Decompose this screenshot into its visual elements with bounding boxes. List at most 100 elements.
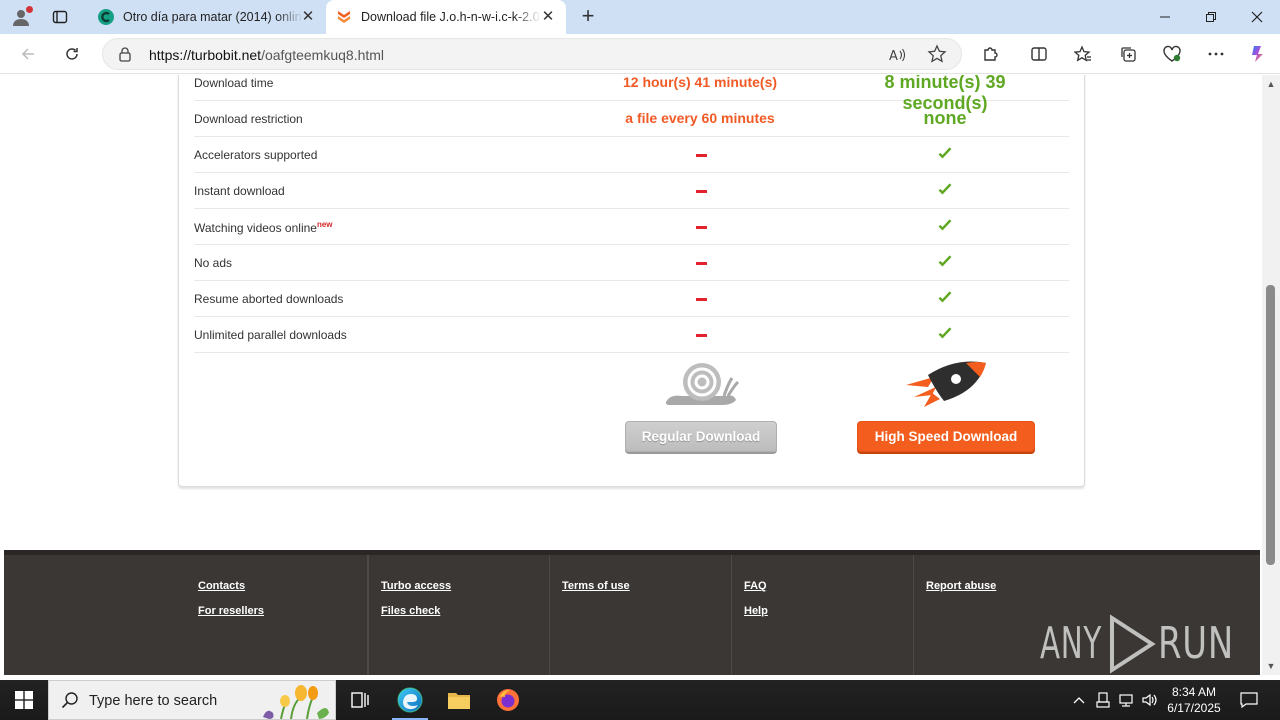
taskbar-edge[interactable]: [386, 680, 434, 720]
tab-title: Download file J.o.h-n-w-i.c-k-2.0.7: [361, 10, 541, 24]
close-tab-icon[interactable]: ✕: [540, 9, 556, 25]
row-label: Download time: [194, 76, 274, 90]
task-view-button[interactable]: [336, 680, 384, 720]
unavailable-dash-icon: [696, 298, 707, 301]
profile-button[interactable]: [8, 5, 34, 29]
more-icon: [1208, 52, 1224, 56]
row-label-text: Watching videos online: [194, 221, 317, 235]
split-screen-button[interactable]: [1027, 42, 1051, 66]
split-screen-icon: [1031, 47, 1047, 61]
row-label: Unlimited parallel downloads: [194, 328, 347, 342]
footer-link-resellers[interactable]: For resellers: [198, 605, 264, 617]
footer-link-files-check[interactable]: Files check: [381, 605, 440, 617]
site-favicon-icon: [98, 9, 114, 25]
unavailable-dash-icon: [696, 226, 707, 229]
anyrun-watermark-text: ANY RUN: [1240, 610, 1241, 611]
favorites-star-icon: [1074, 45, 1091, 62]
check-icon: [938, 327, 952, 339]
footer-link-faq[interactable]: FAQ: [744, 580, 767, 592]
tab-download-file[interactable]: Download file J.o.h-n-w-i.c-k-2.0.7 ✕: [326, 0, 566, 34]
footer-link-turbo-access[interactable]: Turbo access: [381, 580, 451, 592]
search-icon: [61, 692, 78, 709]
footer-link-terms[interactable]: Terms of use: [562, 580, 630, 592]
star-icon: [927, 44, 947, 63]
scroll-down-icon[interactable]: ▼: [1266, 661, 1276, 671]
anyrun-watermark: ANY RUN ANY RUN: [1040, 610, 1240, 674]
page-viewport: Download time 12 hour(s) 41 minute(s) 8 …: [0, 75, 1262, 675]
tab-actions-button[interactable]: [48, 6, 72, 28]
footer-link-contacts[interactable]: Contacts: [198, 580, 245, 592]
table-row: No ads: [194, 245, 1069, 281]
tray-device-icon[interactable]: [1092, 680, 1114, 720]
folder-icon: [448, 693, 470, 709]
back-button[interactable]: [16, 42, 40, 66]
row-label: No ads: [194, 256, 233, 270]
footer-link-help[interactable]: Help: [744, 605, 768, 617]
favorites-button[interactable]: [1071, 42, 1095, 66]
minimize-icon: [1160, 16, 1170, 18]
url-text[interactable]: https://turbobit.net/oafgteemkuq8.html: [149, 47, 384, 63]
refresh-button[interactable]: [60, 42, 84, 66]
footer-link-report-abuse[interactable]: Report abuse: [926, 580, 996, 592]
network-icon: [1119, 694, 1133, 707]
taskbar-firefox[interactable]: [484, 680, 532, 720]
premium-value: none: [923, 108, 967, 128]
tray-network-icon[interactable]: [1115, 680, 1137, 720]
close-window-button[interactable]: [1234, 0, 1280, 34]
firefox-icon: [497, 689, 519, 711]
anyrun-any-text: ANY: [1040, 618, 1102, 669]
read-aloud-button[interactable]: A: [887, 45, 907, 65]
close-tab-icon[interactable]: ✕: [300, 9, 316, 25]
clock-time: 8:34 AM: [1171, 685, 1217, 699]
check-icon: [938, 147, 952, 159]
taskbar-search-box[interactable]: Type here to search: [48, 680, 336, 720]
scroll-up-icon[interactable]: ▲: [1266, 79, 1276, 89]
restore-button[interactable]: [1188, 0, 1234, 34]
tab-title: Otro día para matar (2014) online: [123, 10, 303, 24]
url-host: https://turbobit.net: [149, 47, 262, 63]
anyrun-run-text: RUN: [1158, 618, 1234, 669]
check-icon: [938, 291, 952, 303]
start-button[interactable]: [0, 680, 48, 720]
high-speed-download-button[interactable]: High Speed Download: [857, 421, 1035, 452]
copilot-icon: [1252, 46, 1263, 62]
heart-pulse-icon: [1163, 45, 1181, 62]
new-tab-button[interactable]: +: [576, 5, 600, 29]
tray-volume-icon[interactable]: [1139, 680, 1161, 720]
table-row: Accelerators supported: [194, 137, 1069, 173]
collections-button[interactable]: [1116, 42, 1140, 66]
scroll-thumb[interactable]: [1266, 285, 1275, 565]
close-icon: [1251, 11, 1263, 23]
minimize-button[interactable]: [1142, 0, 1188, 34]
browser-essentials-button[interactable]: [1160, 42, 1184, 66]
row-label: Resume aborted downloads: [194, 292, 344, 306]
table-row: Resume aborted downloads: [194, 281, 1069, 317]
arrow-left-icon: [21, 48, 34, 60]
search-placeholder: Type here to search: [89, 693, 218, 709]
navigation-bar: https://turbobit.net/oafgteemkuq8.html A: [0, 34, 1280, 74]
page-scrollbar[interactable]: ▲ ▼: [1262, 75, 1280, 675]
regular-download-button[interactable]: Regular Download: [625, 421, 777, 452]
taskbar-clock[interactable]: 8:34 AM 6/17/2025: [1160, 684, 1228, 716]
unavailable-dash-icon: [696, 262, 707, 265]
check-icon: [938, 219, 952, 231]
show-hidden-icons-button[interactable]: [1068, 680, 1090, 720]
puzzle-icon: [984, 47, 998, 61]
rocket-icon: [906, 361, 986, 407]
settings-menu-button[interactable]: [1204, 42, 1228, 66]
copilot-button[interactable]: [1246, 42, 1270, 66]
address-bar[interactable]: https://turbobit.net/oafgteemkuq8.html A: [102, 38, 962, 70]
table-row: Download time 12 hour(s) 41 minute(s) 8 …: [194, 75, 1069, 113]
tab-actions-icon: [52, 10, 68, 24]
tab-otro-dia[interactable]: Otro día para matar (2014) online ✕: [88, 0, 326, 34]
taskbar-file-explorer[interactable]: [435, 680, 483, 720]
footer-column: Terms of use: [550, 555, 732, 675]
windows-logo-icon: [15, 691, 33, 709]
lock-icon[interactable]: [117, 46, 133, 62]
refresh-icon: [66, 48, 78, 60]
footer-column: FAQ Help: [732, 555, 914, 675]
download-comparison-card: Download time 12 hour(s) 41 minute(s) 8 …: [178, 75, 1085, 487]
notifications-button[interactable]: [1232, 680, 1266, 720]
favorite-button[interactable]: [927, 44, 947, 64]
extensions-button[interactable]: [979, 42, 1003, 66]
